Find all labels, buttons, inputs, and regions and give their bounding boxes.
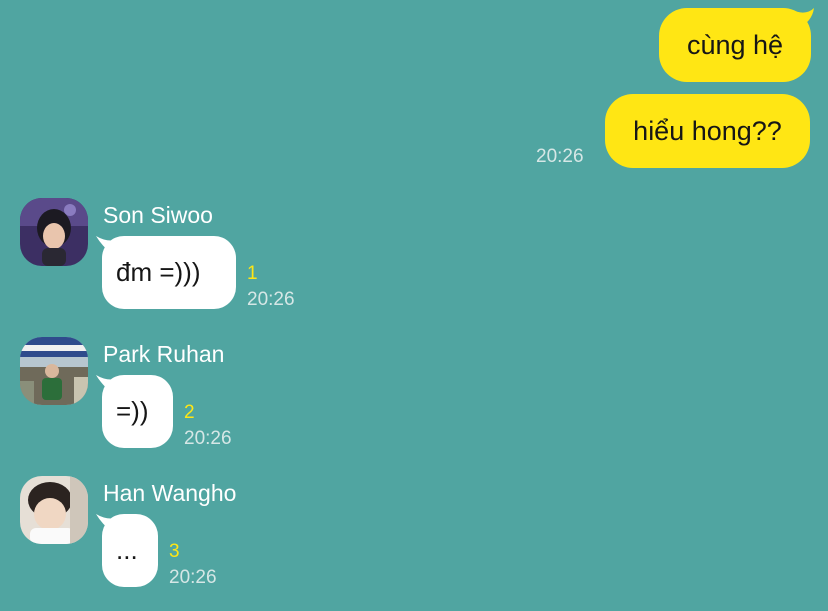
sender-name: Han Wangho	[103, 480, 237, 506]
outgoing-bubble[interactable]: hiểu hong??	[605, 94, 810, 168]
avatar[interactable]	[20, 337, 88, 405]
outgoing-bubble[interactable]: cùng hệ	[659, 8, 811, 82]
avatar[interactable]	[20, 476, 88, 544]
unread-count: 1	[247, 263, 258, 284]
message-time: 20:26	[536, 146, 584, 167]
sender-name: Park Ruhan	[103, 341, 225, 367]
incoming-bubble[interactable]: đm =)))	[102, 236, 236, 309]
sender-name: Son Siwoo	[103, 202, 213, 228]
avatar[interactable]	[20, 198, 88, 266]
unread-count: 3	[169, 541, 180, 562]
incoming-bubble[interactable]: =))	[102, 375, 173, 448]
incoming-bubble[interactable]: ...	[102, 514, 158, 587]
unread-count: 2	[184, 402, 195, 423]
message-time: 20:26	[247, 289, 295, 310]
message-time: 20:26	[184, 428, 232, 449]
message-time: 20:26	[169, 567, 217, 588]
